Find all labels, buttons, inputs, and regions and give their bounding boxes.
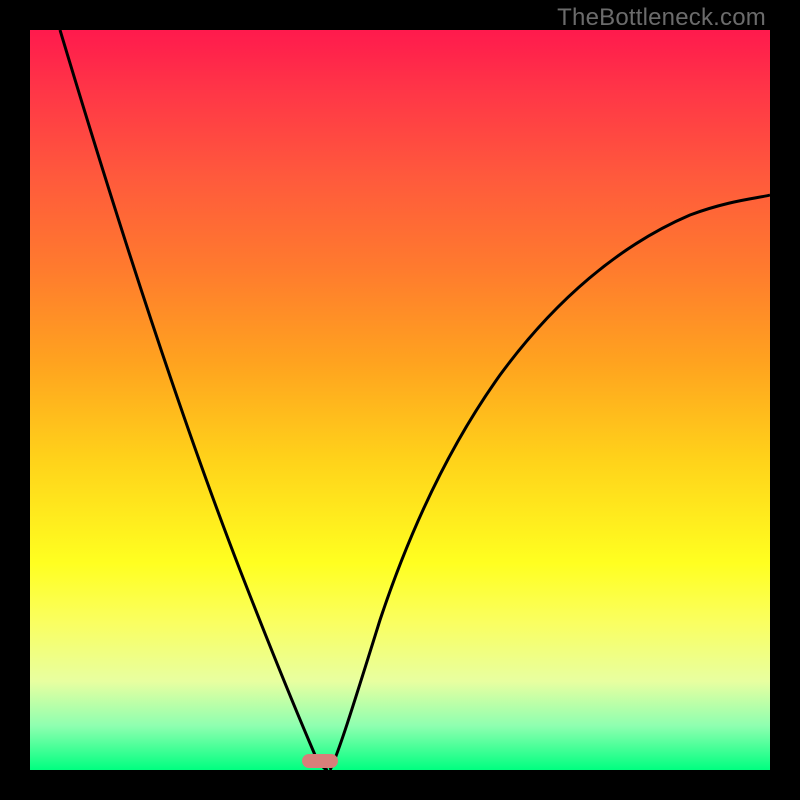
optimal-marker <box>302 754 338 768</box>
curve-left-branch <box>60 30 328 770</box>
plot-area <box>30 30 770 770</box>
curve-right-branch <box>330 195 770 770</box>
chart-frame: TheBottleneck.com <box>0 0 800 800</box>
bottleneck-curve <box>30 30 770 770</box>
watermark-text: TheBottleneck.com <box>557 4 766 32</box>
